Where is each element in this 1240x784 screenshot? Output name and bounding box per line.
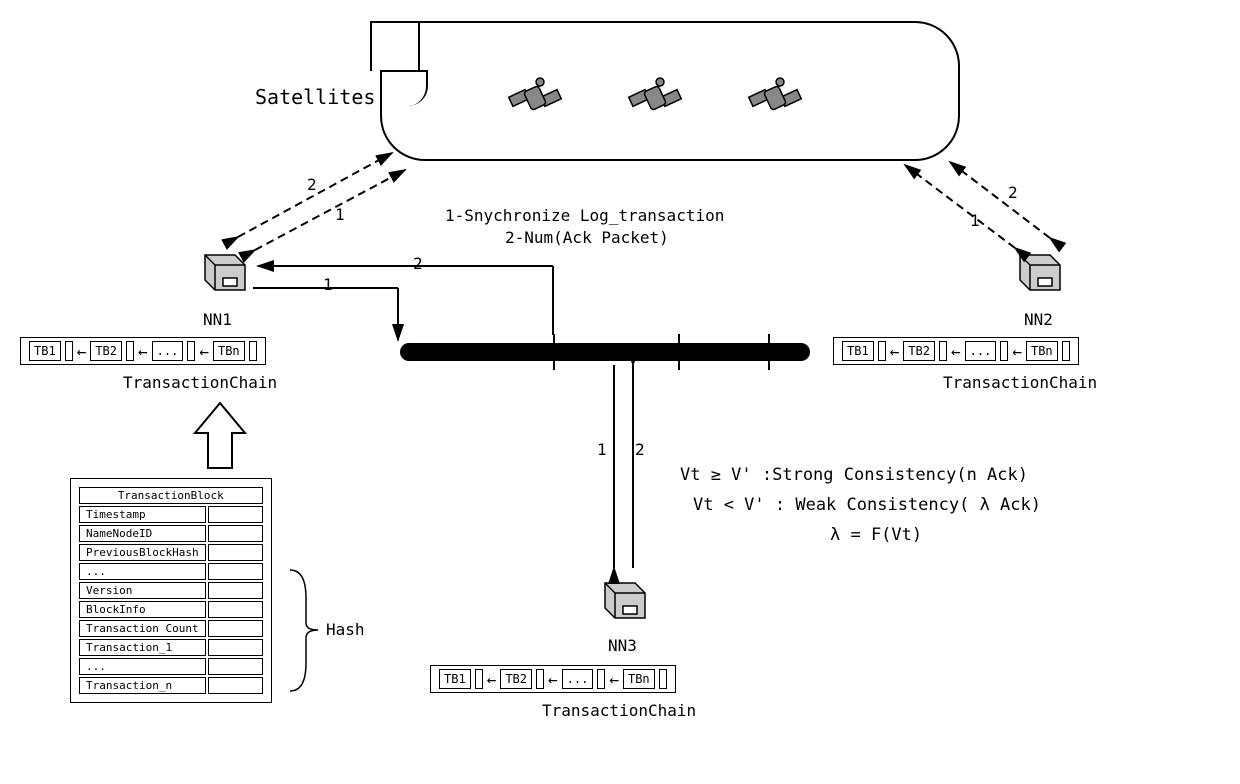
bus-tick xyxy=(678,334,680,370)
satellites-label: Satellites xyxy=(255,85,375,109)
edge-label-1: 1 xyxy=(597,440,607,459)
block-spacer xyxy=(536,669,544,689)
nn2-chain: TB1 ← TB2 ← ... ← TBn xyxy=(833,337,1079,365)
network-bus xyxy=(400,343,810,361)
block-spacer xyxy=(475,669,483,689)
edge-label-2: 2 xyxy=(1008,183,1018,202)
node-nn1-icon xyxy=(195,240,255,300)
consistency-line1: Vt ≥ V' :Strong Consistency(n Ack) xyxy=(680,465,1028,485)
node-nn3-label: NN3 xyxy=(608,636,637,655)
block-tbn: TBn xyxy=(1026,341,1058,361)
block-spacer xyxy=(65,341,73,361)
arrow-left-icon: ← xyxy=(77,342,87,361)
satellites-tab xyxy=(370,21,420,71)
block-spacer xyxy=(1062,341,1070,361)
node-nn1-label: NN1 xyxy=(203,310,232,329)
block-spacer xyxy=(126,341,134,361)
arrow-left-icon: ← xyxy=(609,670,619,689)
sync-text-2: 2-Num(Ack Packet) xyxy=(505,228,669,247)
block-spacer xyxy=(187,341,195,361)
tblock-row: BlockInfo xyxy=(79,601,206,618)
block-spacer xyxy=(249,341,257,361)
tblock-row: ... xyxy=(79,563,206,580)
hash-label: Hash xyxy=(326,620,365,639)
edge-label-2: 2 xyxy=(413,254,423,273)
block-spacer xyxy=(878,341,886,361)
nn1-chain: TB1 ← TB2 ← ... ← TBn xyxy=(20,337,266,365)
block-dots: ... xyxy=(562,669,594,689)
tblock-row: Timestamp xyxy=(79,506,206,523)
consistency-line2: Vt < V' : Weak Consistency( λ Ack) xyxy=(693,495,1041,515)
consistency-line3: λ = F(Vt) xyxy=(830,525,922,545)
big-arrow-icon xyxy=(180,398,260,478)
node-nn2-label: NN2 xyxy=(1024,310,1053,329)
block-tb1: TB1 xyxy=(29,341,61,361)
arrow-left-icon: ← xyxy=(487,670,497,689)
edge-label-1: 1 xyxy=(335,205,345,224)
tblock-row: Version xyxy=(79,582,206,599)
nn2-chain-label: TransactionChain xyxy=(943,373,1097,392)
block-tb1: TB1 xyxy=(842,341,874,361)
block-tb1: TB1 xyxy=(439,669,471,689)
block-tb2: TB2 xyxy=(500,669,532,689)
edge-label-2: 2 xyxy=(635,440,645,459)
node-nn3-icon xyxy=(595,568,655,628)
edge-label-1: 1 xyxy=(323,275,333,294)
edge-label-1: 1 xyxy=(970,211,980,230)
edge-label-2: 2 xyxy=(307,175,317,194)
nn3-chain: TB1 ← TB2 ← ... ← TBn xyxy=(430,665,676,693)
satellite-icon xyxy=(740,68,810,128)
transaction-block-table: TransactionBlock Timestamp NameNodeID Pr… xyxy=(70,478,272,703)
node-nn2-icon xyxy=(1010,240,1070,300)
block-tbn: TBn xyxy=(623,669,655,689)
tblock-row: PreviousBlockHash xyxy=(79,544,206,561)
nn3-chain-label: TransactionChain xyxy=(542,701,696,720)
satellite-icon xyxy=(620,68,690,128)
tblock-row: ... xyxy=(79,658,206,675)
block-spacer xyxy=(659,669,667,689)
bus-tick xyxy=(768,334,770,370)
arrow-left-icon: ← xyxy=(548,670,558,689)
bus-tick xyxy=(553,334,555,370)
arrow-left-icon: ← xyxy=(890,342,900,361)
block-dots: ... xyxy=(965,341,997,361)
arrow-left-icon: ← xyxy=(951,342,961,361)
tblock-title: TransactionBlock xyxy=(79,487,263,504)
block-spacer xyxy=(597,669,605,689)
sync-text-1: 1-Snychronize Log_transaction xyxy=(445,206,724,225)
block-dots: ... xyxy=(152,341,184,361)
arrow-left-icon: ← xyxy=(199,342,209,361)
tblock-row: Transaction_1 xyxy=(79,639,206,656)
arrow-left-icon: ← xyxy=(1012,342,1022,361)
block-spacer xyxy=(1000,341,1008,361)
block-tb2: TB2 xyxy=(903,341,935,361)
tblock-row: Transaction Count xyxy=(79,620,206,637)
tblock-row: Transaction_n xyxy=(79,677,206,694)
satellites-tab-inner xyxy=(380,70,428,106)
block-spacer xyxy=(939,341,947,361)
nn1-chain-label: TransactionChain xyxy=(123,373,277,392)
block-tbn: TBn xyxy=(213,341,245,361)
arrow-left-icon: ← xyxy=(138,342,148,361)
tblock-row: NameNodeID xyxy=(79,525,206,542)
satellite-icon xyxy=(500,68,570,128)
hash-bracket xyxy=(288,568,328,693)
block-tb2: TB2 xyxy=(90,341,122,361)
